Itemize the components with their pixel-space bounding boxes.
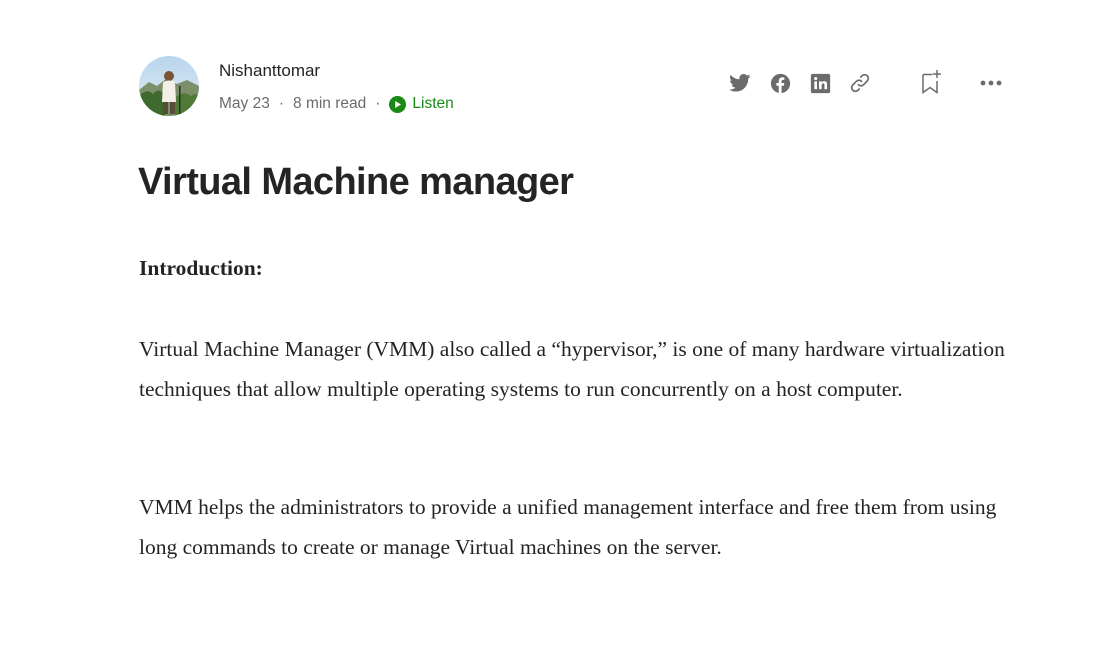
avatar[interactable] [139, 56, 199, 116]
listen-label: Listen [412, 95, 454, 112]
section-heading: Introduction: [139, 256, 263, 280]
paragraph: Virtual Machine Manager (VMM) also calle… [139, 337, 1005, 401]
bookmark-add-icon[interactable] [918, 69, 944, 95]
author-name[interactable]: Nishanttomar [219, 61, 320, 81]
twitter-icon[interactable] [727, 70, 753, 96]
meta-separator: · [375, 95, 381, 112]
facebook-icon[interactable] [767, 70, 793, 96]
article-page: Nishanttomar May 23 · 8 min read · Liste… [0, 0, 1103, 648]
article-body: Introduction: Virtual Machine Manager (V… [139, 250, 1019, 559]
meta-separator: · [278, 95, 285, 112]
article-title: Virtual Machine manager [138, 161, 574, 203]
linkedin-icon[interactable] [807, 70, 833, 96]
listen-button[interactable]: Listen [389, 95, 454, 113]
link-icon[interactable] [847, 70, 873, 96]
post-meta: May 23 · 8 min read · Listen [219, 95, 454, 113]
publish-date: May 23 [219, 95, 270, 112]
paragraph: VMM helps the administrators to provide … [139, 495, 997, 559]
more-icon[interactable] [978, 70, 1004, 96]
read-time: 8 min read [293, 95, 367, 112]
author-header: Nishanttomar May 23 · 8 min read · Liste… [139, 56, 1003, 118]
play-icon [389, 95, 407, 113]
